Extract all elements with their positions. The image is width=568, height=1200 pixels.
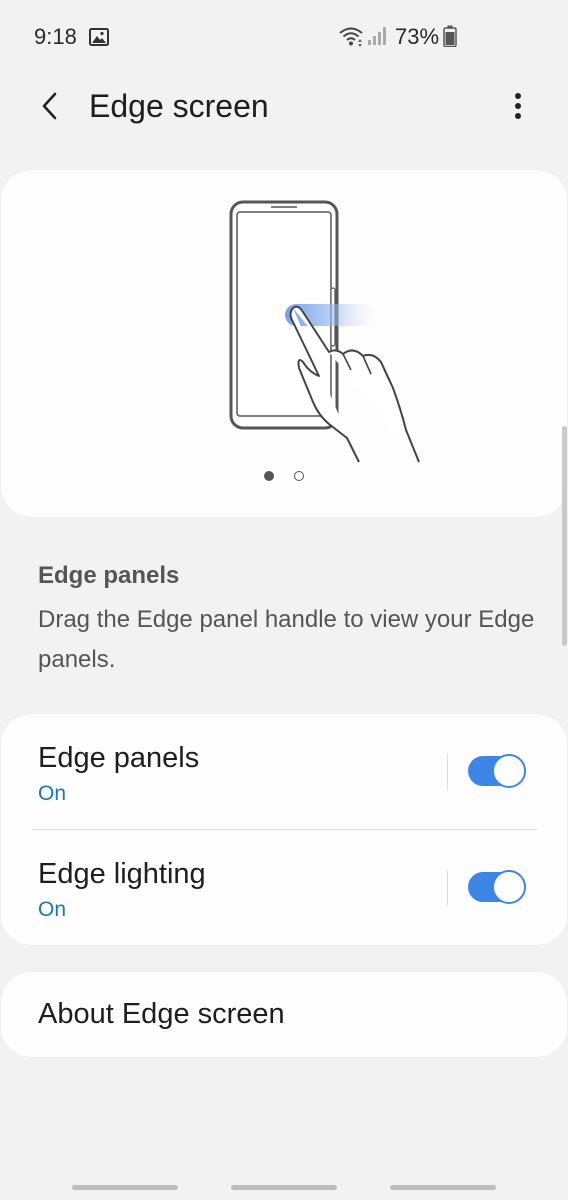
signal-icon xyxy=(368,27,386,45)
setting-row-edge-lighting[interactable]: Edge lighting On xyxy=(1,830,567,945)
section-heading: Edge panels xyxy=(38,562,180,589)
divider xyxy=(447,754,448,790)
app-bar: Edge screen xyxy=(0,76,568,142)
chevron-left-icon xyxy=(42,92,57,120)
gallery-icon xyxy=(89,28,109,46)
toggle-thumb xyxy=(492,754,526,788)
battery-percentage: 73% xyxy=(395,24,440,49)
scrollbar[interactable] xyxy=(562,426,567,646)
illustration-card xyxy=(1,170,567,517)
about-edge-screen-item[interactable]: About Edge screen xyxy=(1,972,567,1057)
back-button[interactable] xyxy=(28,84,72,128)
setting-row-edge-panels[interactable]: Edge panels On xyxy=(1,714,567,829)
nav-gesture-handle-home[interactable] xyxy=(231,1185,337,1190)
page-indicator-dot xyxy=(294,471,304,481)
page-title: Edge screen xyxy=(89,88,269,124)
divider xyxy=(447,870,448,906)
phone-edge-swipe-illustration xyxy=(229,200,420,463)
setting-title: Edge panels xyxy=(38,742,200,774)
status-bar: 9:18 73% xyxy=(0,0,568,76)
setting-status: On xyxy=(38,782,67,805)
more-options-button[interactable] xyxy=(496,84,540,128)
section-description: Drag the Edge panel handle to view your … xyxy=(38,606,535,673)
status-time: 9:18 xyxy=(34,24,77,49)
nav-gesture-handle-right[interactable] xyxy=(390,1185,496,1190)
page-indicator-dot-active xyxy=(264,471,274,481)
about-label: About Edge screen xyxy=(38,998,285,1030)
battery-icon xyxy=(443,25,457,47)
wifi-icon xyxy=(339,27,363,47)
settings-card: Edge panels On Edge lighting On xyxy=(1,714,567,945)
edge-panels-toggle[interactable] xyxy=(468,754,526,788)
toggle-thumb xyxy=(492,870,526,904)
setting-title: Edge lighting xyxy=(38,858,206,890)
nav-gesture-handle-left[interactable] xyxy=(72,1185,178,1190)
setting-status: On xyxy=(38,898,67,921)
edge-lighting-toggle[interactable] xyxy=(468,870,526,904)
more-vertical-icon xyxy=(515,93,521,119)
